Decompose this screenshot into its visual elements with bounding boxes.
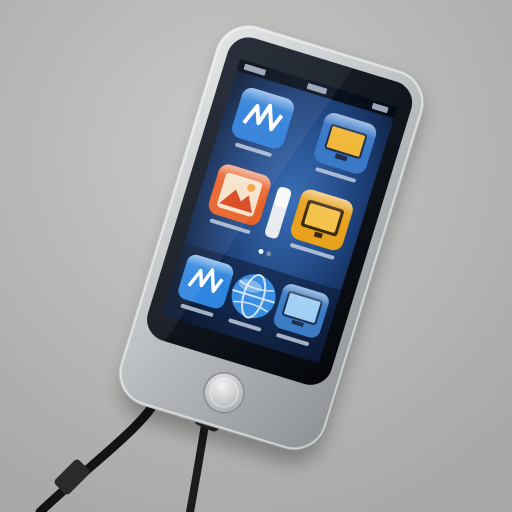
photo-scene: [0, 0, 512, 512]
photo-canvas: [0, 0, 512, 512]
